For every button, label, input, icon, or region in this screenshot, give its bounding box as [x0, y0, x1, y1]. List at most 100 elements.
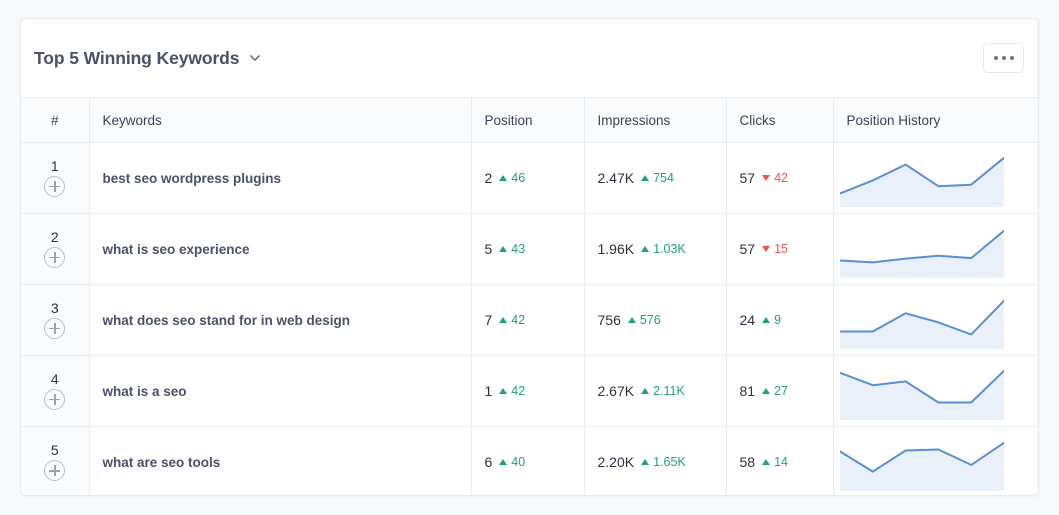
clicks-delta-value: 42 — [774, 171, 788, 185]
row-index-cell: 1 — [21, 142, 90, 214]
position-delta: 46 — [499, 171, 525, 185]
triangle-up-icon — [627, 317, 636, 323]
impressions-cell: 2.67K 2.11K — [584, 355, 727, 427]
table-row[interactable]: 3 what does seo stand for in web design 7 4… — [21, 284, 1038, 356]
clicks-cell: 58 14 — [726, 426, 834, 495]
impressions: 756 576 — [598, 312, 726, 328]
impressions-delta: 754 — [641, 171, 674, 185]
impressions-cell: 756 576 — [584, 284, 727, 356]
position-value: 5 — [484, 241, 493, 257]
impressions-cell: 2.47K 754 — [584, 142, 727, 214]
impressions-value: 2.20K — [597, 454, 635, 471]
position-value: 7 — [484, 312, 493, 328]
clicks-cell: 81 27 — [726, 355, 834, 427]
position: 2 46 — [485, 170, 584, 186]
add-keyword-icon[interactable] — [44, 389, 66, 410]
table-header-row: # Keywords Position Impressions Clicks P… — [21, 97, 1038, 143]
impressions-cell: 1.96K 1.03K — [584, 213, 727, 285]
triangle-up-icon — [641, 459, 650, 466]
triangle-up-icon — [499, 317, 508, 323]
position-delta: 42 — [499, 384, 525, 398]
position-delta-value: 40 — [511, 455, 526, 470]
clicks-cell: 24 9 — [726, 284, 834, 356]
ellipsis-dot — [993, 56, 998, 60]
keywords-table: # Keywords Position Impressions Clicks P… — [21, 97, 1038, 495]
add-keyword-icon[interactable] — [44, 247, 66, 268]
triangle-up-icon — [762, 388, 771, 394]
row-rank-number: 2 — [50, 229, 59, 245]
impressions-delta-value: 1.03K — [653, 242, 686, 256]
clicks-delta: 9 — [762, 313, 781, 327]
position-delta-value: 46 — [511, 171, 526, 185]
table-row[interactable]: 2 what is seo experience 5 43 1.96K 1.03K 57 15 — [21, 213, 1038, 285]
position-delta: 40 — [499, 455, 525, 469]
position-history-sparkline — [839, 220, 1021, 278]
position-history-cell — [833, 355, 1038, 427]
keyword-cell[interactable]: what does seo stand for in web design — [89, 284, 472, 356]
position-cell: 6 40 — [471, 426, 585, 495]
row-rank-number: 4 — [50, 371, 59, 387]
position: 7 42 — [485, 312, 584, 328]
clicks-delta: 15 — [762, 242, 788, 256]
position-delta-value: 42 — [511, 313, 526, 327]
chevron-down-icon[interactable] — [248, 51, 262, 65]
clicks-delta: 27 — [762, 384, 788, 398]
card-options-button[interactable] — [983, 43, 1024, 73]
clicks-value: 58 — [739, 454, 756, 471]
page-title: Top 5 Winning Keywords — [34, 47, 240, 68]
position-value: 6 — [484, 454, 493, 471]
row-index-cell: 3 — [21, 284, 90, 356]
clicks-delta-value: 14 — [774, 455, 788, 470]
add-keyword-icon[interactable] — [44, 318, 66, 339]
row-rank-number: 1 — [50, 158, 59, 174]
position-history-cell — [833, 142, 1038, 214]
position-history-sparkline — [839, 291, 1021, 349]
impressions: 2.47K 754 — [598, 170, 726, 186]
table-row[interactable]: 1 best seo wordpress plugins 2 46 2.47K 754 57… — [21, 142, 1038, 214]
clicks-delta-value: 27 — [774, 384, 788, 398]
keyword-label: what is seo experience — [102, 241, 250, 257]
column-header-keywords[interactable]: Keywords — [89, 97, 472, 143]
impressions-delta-value: 1.65K — [653, 455, 686, 470]
column-header-num[interactable]: # — [21, 97, 90, 143]
row-rank-number: 3 — [50, 300, 59, 316]
keyword-cell[interactable]: what is seo experience — [89, 213, 472, 285]
triangle-up-icon — [499, 388, 508, 394]
position-history-sparkline — [839, 433, 1021, 492]
column-header-position[interactable]: Position — [471, 97, 585, 143]
clicks: 57 42 — [740, 170, 833, 186]
clicks-cell: 57 42 — [726, 142, 834, 214]
table-row[interactable]: 5 what are seo tools 6 40 2.20K 1.65K 58 14 — [21, 426, 1038, 495]
position-cell: 5 43 — [471, 213, 585, 285]
triangle-down-icon — [762, 175, 771, 181]
add-keyword-icon[interactable] — [44, 460, 66, 482]
position: 1 42 — [485, 383, 584, 399]
impressions-value: 1.96K — [597, 241, 635, 257]
clicks: 24 9 — [740, 312, 833, 328]
impressions-delta-value: 576 — [639, 313, 661, 327]
position-history-sparkline — [839, 362, 1021, 420]
row-index-cell: 5 — [21, 426, 90, 495]
impressions: 2.20K 1.65K — [598, 454, 726, 470]
impressions-delta: 576 — [627, 313, 661, 327]
card-title-dropdown[interactable]: Top 5 Winning Keywords — [34, 48, 262, 69]
triangle-up-icon — [499, 175, 508, 181]
column-header-impressions[interactable]: Impressions — [584, 97, 727, 143]
clicks-delta: 42 — [762, 171, 788, 185]
clicks-value: 24 — [739, 312, 756, 328]
position-history-cell — [833, 284, 1038, 356]
keyword-cell[interactable]: best seo wordpress plugins — [89, 142, 472, 214]
add-keyword-icon[interactable] — [44, 176, 66, 197]
column-header-clicks[interactable]: Clicks — [726, 97, 834, 143]
impressions-delta: 2.11K — [641, 384, 685, 398]
keyword-cell[interactable]: what is a seo — [89, 355, 472, 427]
table-row[interactable]: 4 what is a seo 1 42 2.67K 2.11K 81 27 — [21, 355, 1038, 427]
clicks: 57 15 — [740, 241, 833, 257]
column-header-position-history[interactable]: Position History — [833, 97, 1038, 143]
row-rank-number: 5 — [50, 442, 59, 459]
impressions-cell: 2.20K 1.65K — [584, 426, 727, 495]
table-body: 1 best seo wordpress plugins 2 46 2.47K 754 57… — [21, 142, 1038, 495]
clicks-value: 81 — [739, 383, 756, 399]
keyword-cell[interactable]: what are seo tools — [89, 426, 472, 495]
keyword-label: what does seo stand for in web design — [102, 312, 351, 328]
